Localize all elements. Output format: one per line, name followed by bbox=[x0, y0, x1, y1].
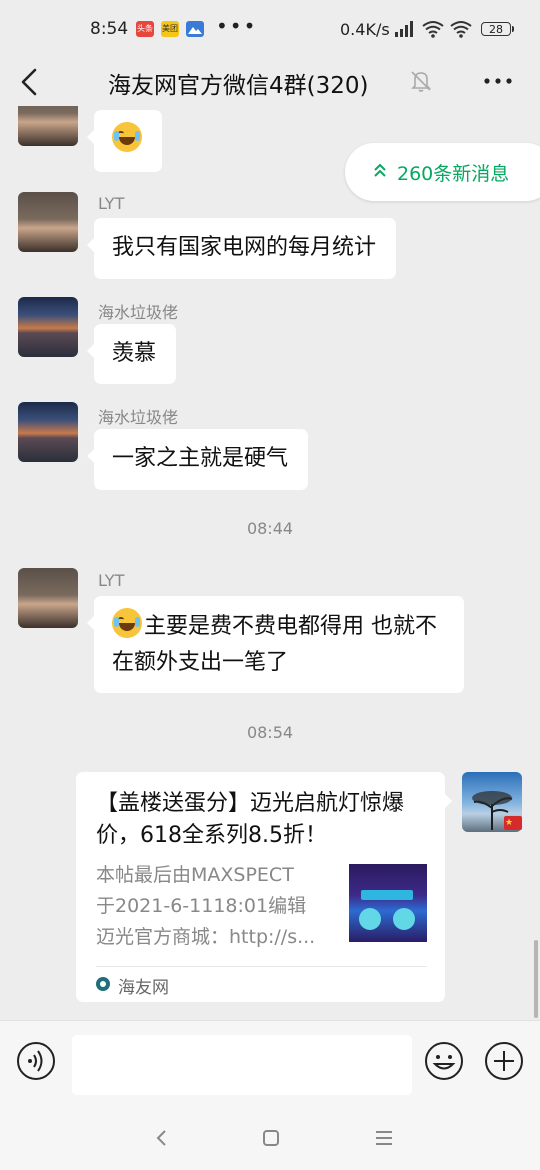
haiyou-logo-icon bbox=[96, 977, 110, 991]
laugh-cry-emoji-icon bbox=[112, 122, 142, 152]
timestamp: 08:44 bbox=[246, 519, 294, 538]
avatar[interactable] bbox=[18, 568, 78, 628]
meituan-icon: 美团 bbox=[161, 21, 179, 37]
link-card-source: 海友网 bbox=[118, 978, 169, 998]
link-card-thumbnail bbox=[349, 864, 427, 942]
message-bubble[interactable]: 主要是费不费电都得用 也就不在额外支出一笔了 bbox=[87, 596, 464, 693]
wifi-icon bbox=[422, 21, 444, 38]
avatar[interactable] bbox=[18, 402, 78, 462]
chat-header: 海友网官方微信4群(320) bbox=[0, 58, 540, 106]
message-input[interactable] bbox=[72, 1035, 412, 1095]
more-functions-plus-icon[interactable] bbox=[484, 1041, 524, 1081]
message-text: 主要是费不费电都得用 也就不在额外支出一笔了 bbox=[112, 614, 437, 675]
sender-name: 海水垃圾佬 bbox=[98, 303, 179, 322]
new-messages-button[interactable]: 260条新消息 bbox=[345, 143, 540, 201]
status-bar: 8:54 头条 美团 ••• 0.4K/s 28 bbox=[0, 0, 540, 58]
message-text: 我只有国家电网的每月统计 bbox=[112, 235, 377, 260]
battery-icon: 28 bbox=[481, 22, 514, 36]
link-card-description: 本帖最后由MAXSPECT 于2021-6-1118:01编辑 迈光官方商城：h… bbox=[96, 864, 316, 948]
divider bbox=[96, 966, 427, 967]
china-flag-icon: ★ bbox=[504, 816, 522, 830]
nav-recents-icon[interactable] bbox=[370, 1124, 398, 1152]
nav-home-icon[interactable] bbox=[257, 1124, 285, 1152]
link-card[interactable]: 【盖楼送蛋分】迈光启航灯惊爆价，618全系列8.5折！ 本帖最后由MAXSPEC… bbox=[76, 772, 452, 1002]
sender-name: LYT bbox=[98, 194, 125, 213]
status-time: 8:54 bbox=[90, 19, 129, 39]
timestamp: 08:54 bbox=[246, 723, 294, 742]
page-title: 海友网官方微信4群(320) bbox=[108, 73, 369, 99]
scrollbar[interactable] bbox=[534, 940, 538, 1018]
message-bubble[interactable]: 羡慕 bbox=[86, 324, 177, 384]
message-bubble[interactable]: 一家之主就是硬气 bbox=[86, 429, 309, 490]
sender-name: LYT bbox=[98, 571, 125, 590]
message-text: 一家之主就是硬气 bbox=[112, 446, 289, 471]
input-bar bbox=[0, 1020, 540, 1106]
system-navigation-bar bbox=[0, 1106, 540, 1170]
emoji-picker-icon[interactable] bbox=[424, 1041, 464, 1081]
avatar[interactable] bbox=[18, 297, 78, 357]
avatar[interactable] bbox=[18, 192, 78, 252]
new-messages-label: 260条新消息 bbox=[397, 163, 510, 185]
link-card-title: 【盖楼送蛋分】迈光启航灯惊爆价，618全系列8.5折！ bbox=[96, 791, 405, 848]
cellular-signal-icon bbox=[395, 21, 413, 37]
status-more-icon: ••• bbox=[216, 14, 258, 38]
toutiao-icon: 头条 bbox=[136, 21, 154, 37]
mute-bell-icon bbox=[411, 71, 431, 92]
double-chevron-up-icon bbox=[374, 163, 386, 177]
laugh-cry-emoji-icon bbox=[112, 608, 142, 638]
sender-name: 海水垃圾佬 bbox=[98, 408, 179, 427]
avatar[interactable] bbox=[18, 106, 78, 146]
gallery-icon bbox=[186, 21, 204, 37]
nav-back-icon[interactable] bbox=[148, 1124, 176, 1152]
message-bubble[interactable] bbox=[87, 110, 162, 172]
back-arrow-icon[interactable] bbox=[14, 64, 48, 100]
more-options-icon[interactable] bbox=[478, 66, 518, 96]
message-bubble[interactable]: 我只有国家电网的每月统计 bbox=[86, 218, 397, 279]
wifi-icon-2 bbox=[450, 21, 472, 38]
voice-input-icon[interactable] bbox=[16, 1041, 56, 1081]
message-text: 羡慕 bbox=[112, 341, 157, 366]
net-speed: 0.4K/s bbox=[340, 20, 390, 39]
